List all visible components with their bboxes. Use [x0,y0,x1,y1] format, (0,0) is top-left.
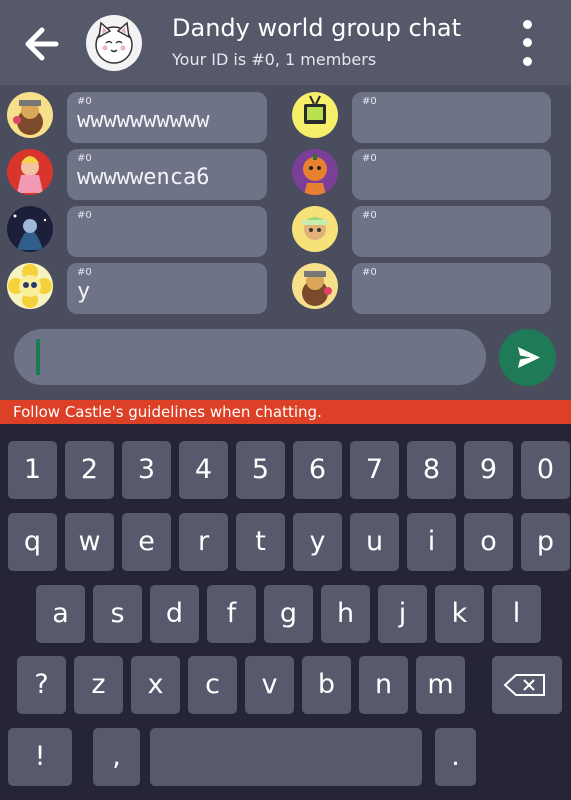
chat-header: Dandy world group chat Your ID is #0, 1 … [0,0,571,85]
sender-id: #0 [362,267,377,278]
cat-avatar-icon [95,21,133,64]
chat-subtitle: Your ID is #0, 1 members [172,50,377,69]
message-bubble: #0 [352,263,551,314]
key-l[interactable]: l [492,585,541,643]
key-9[interactable]: 9 [464,441,513,499]
key-t[interactable]: t [236,513,285,571]
key-z[interactable]: z [74,656,123,714]
user-avatar[interactable] [292,263,338,309]
sender-id: #0 [362,210,377,221]
send-icon [518,347,540,368]
key-f[interactable]: f [207,585,256,643]
user-avatar[interactable] [292,149,338,195]
key-e[interactable]: e [122,513,171,571]
message-text: wwwwwenca6 [77,165,210,190]
user-avatar[interactable] [292,92,338,138]
key-h[interactable]: h [321,585,370,643]
key-d[interactable]: d [150,585,199,643]
message-input[interactable] [14,329,486,385]
key-4[interactable]: 4 [179,441,228,499]
message-bubble: #0 [352,92,551,143]
backspace-key[interactable] [492,656,562,714]
key-j[interactable]: j [378,585,427,643]
key-1[interactable]: 1 [8,441,57,499]
key-r[interactable]: r [179,513,228,571]
key-0[interactable]: 0 [521,441,570,499]
key-w[interactable]: w [65,513,114,571]
key-n[interactable]: n [359,656,408,714]
message-text: wwwwwwwwww [77,108,210,133]
space-key[interactable] [150,728,422,786]
sender-id: #0 [77,210,92,221]
user-avatar[interactable] [7,206,53,252]
user-avatar[interactable] [292,206,338,252]
message-bubble: #0 y [67,263,267,314]
message-bubble: #0 [352,149,551,200]
message-bubble: #0 [352,206,551,257]
user-avatar[interactable] [7,149,53,195]
group-avatar[interactable] [86,15,142,71]
key-b[interactable]: b [302,656,351,714]
key-p[interactable]: p [521,513,570,571]
key-q[interactable]: q [8,513,57,571]
sender-id: #0 [77,267,92,278]
key-i[interactable]: i [407,513,456,571]
sender-id: #0 [77,153,92,164]
onscreen-keyboard: 1 2 3 4 5 6 7 8 9 0 q w e r t y u i o p a s d f g h j k l? z x c v b n m!,. [0,424,571,800]
chat-title: Dandy world group chat [172,14,462,42]
key-o[interactable]: o [464,513,513,571]
key-7[interactable]: 7 [350,441,399,499]
text-cursor [36,339,40,375]
key-question[interactable]: ? [17,656,66,714]
more-options-button[interactable] [518,20,538,66]
guideline-banner: Follow Castle's guidelines when chatting… [0,400,571,424]
arrow-left-icon [25,27,59,61]
key-8[interactable]: 8 [407,441,456,499]
message-bubble: #0 wwwwwwwwww [67,92,267,143]
backspace-icon [503,674,545,696]
key-k[interactable]: k [435,585,484,643]
key-exclamation[interactable]: ! [8,728,72,786]
key-g[interactable]: g [264,585,313,643]
sender-id: #0 [77,96,92,107]
key-3[interactable]: 3 [122,441,171,499]
key-c[interactable]: c [188,656,237,714]
sender-id: #0 [362,96,377,107]
key-y[interactable]: y [293,513,342,571]
key-comma[interactable]: , [93,728,140,786]
message-bubble: #0 wwwwwenca6 [67,149,267,200]
key-2[interactable]: 2 [65,441,114,499]
key-x[interactable]: x [131,656,180,714]
sender-id: #0 [362,153,377,164]
key-s[interactable]: s [93,585,142,643]
back-button[interactable] [22,24,62,64]
user-avatar[interactable] [7,263,53,309]
key-v[interactable]: v [245,656,294,714]
send-button[interactable] [499,329,556,386]
key-u[interactable]: u [350,513,399,571]
user-avatar[interactable] [7,92,53,138]
key-a[interactable]: a [36,585,85,643]
message-bubble: #0 [67,206,267,257]
key-5[interactable]: 5 [236,441,285,499]
key-m[interactable]: m [416,656,465,714]
key-6[interactable]: 6 [293,441,342,499]
key-period[interactable]: . [435,728,476,786]
message-text: y [77,279,91,304]
